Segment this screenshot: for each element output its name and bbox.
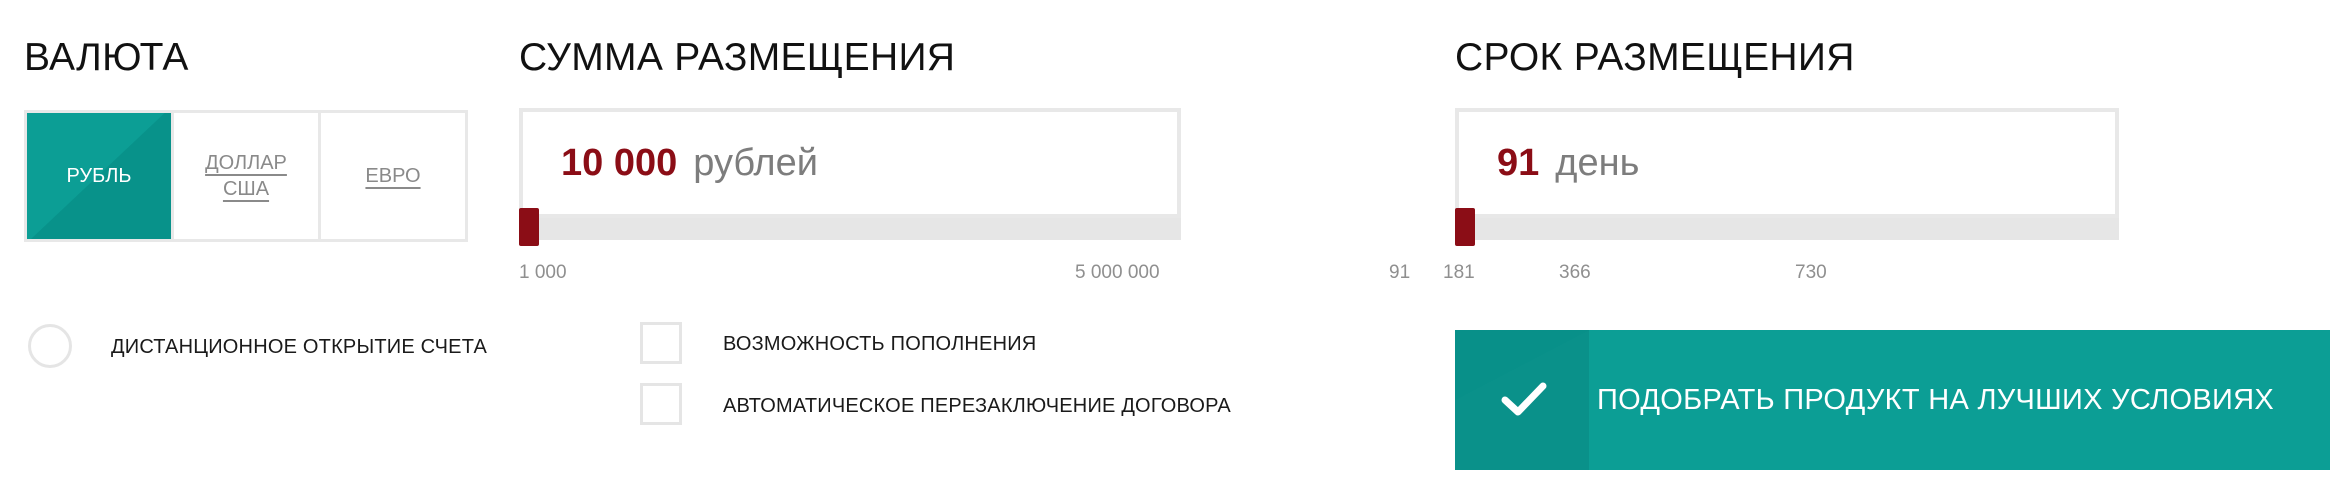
currency-option-label: ДОЛЛАР США	[205, 152, 287, 200]
currency-title: ВАЛЮТА	[24, 36, 189, 79]
remote-opening-radio[interactable]	[28, 324, 72, 368]
term-input[interactable]: 91 день	[1455, 108, 2119, 218]
amount-title: СУММА РАЗМЕЩЕНИЯ	[519, 36, 956, 79]
term-unit: день	[1555, 141, 1640, 184]
currency-selector: РУБЛЬ ДОЛЛАР США ЕВРО	[24, 110, 468, 242]
amount-input[interactable]: 10 000 рублей	[519, 108, 1181, 218]
term-value: 91	[1497, 141, 1540, 184]
amount-slider-track[interactable]	[519, 218, 1181, 240]
replenishment-label[interactable]: ВОЗМОЖНОСТЬ ПОПОЛНЕНИЯ	[723, 333, 1036, 356]
currency-option-label: ЕВРО	[365, 165, 421, 187]
auto-renewal-checkbox[interactable]	[640, 383, 682, 425]
currency-option-usd[interactable]: ДОЛЛАР США	[174, 113, 318, 239]
amount-max-label: 5 000 000	[1075, 262, 1160, 283]
term-tick[interactable]: 730	[1795, 262, 1827, 284]
currency-option-label: РУБЛЬ	[66, 165, 132, 187]
currency-option-rub[interactable]: РУБЛЬ	[27, 113, 171, 239]
term-slider-handle[interactable]	[1455, 208, 1475, 246]
amount-min-label: 1 000	[519, 262, 567, 283]
cta-label: ПОДОБРАТЬ ПРОДУКТ НА ЛУЧШИХ УСЛОВИЯХ	[1597, 383, 2275, 416]
term-tick[interactable]: 181	[1443, 262, 1475, 284]
amount-unit: рублей	[693, 141, 818, 184]
term-tick[interactable]: 91	[1389, 262, 1410, 284]
term-title: СРОК РАЗМЕЩЕНИЯ	[1455, 36, 1855, 79]
auto-renewal-label[interactable]: АВТОМАТИЧЕСКОЕ ПЕРЕЗАКЛЮЧЕНИЕ ДОГОВОРА	[723, 395, 1231, 418]
currency-option-eur[interactable]: ЕВРО	[321, 113, 465, 239]
amount-slider-handle[interactable]	[519, 208, 539, 246]
checkmark-icon	[1501, 382, 1547, 416]
amount-value: 10 000	[561, 141, 678, 184]
replenishment-checkbox[interactable]	[640, 322, 682, 364]
find-product-button[interactable]: ПОДОБРАТЬ ПРОДУКТ НА ЛУЧШИХ УСЛОВИЯХ	[1455, 330, 2330, 470]
term-slider-track[interactable]	[1455, 218, 2119, 240]
remote-opening-label[interactable]: ДИСТАНЦИОННОЕ ОТКРЫТИЕ СЧЕТА	[111, 336, 487, 359]
term-tick[interactable]: 366	[1559, 262, 1591, 284]
